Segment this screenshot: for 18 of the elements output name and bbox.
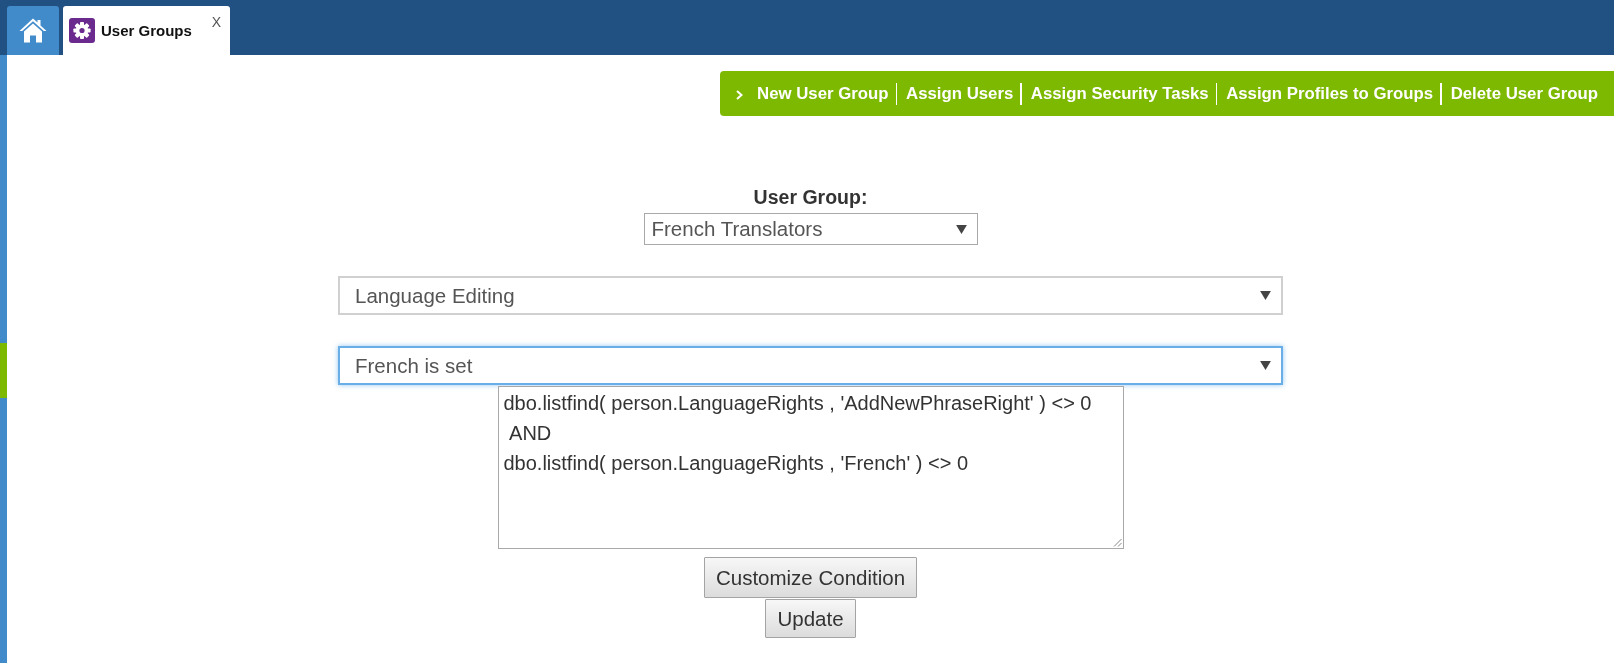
user-group-label: User Group:	[753, 186, 868, 210]
gear-icon	[69, 18, 95, 43]
caret-icon	[1260, 291, 1271, 300]
user-groups-tab[interactable]: User Groups X	[63, 6, 230, 55]
caret-icon	[1260, 361, 1271, 370]
condition-select[interactable]: Language Editing	[338, 276, 1283, 315]
close-button[interactable]: X	[211, 15, 221, 29]
chevron-icon	[736, 90, 744, 100]
resize-grip-icon[interactable]	[1111, 537, 1122, 547]
side-marker	[0, 343, 7, 398]
caret-icon	[955, 224, 967, 234]
form-button[interactable]: Update	[765, 599, 856, 638]
condition-textarea[interactable]: dbo.listfind( person.LanguageRights , 'AddNewPhraseRight' ) <> 0 AND dbo.listfind( person.LanguageRights , 'French' ) <> 0	[497, 386, 1124, 549]
form-button[interactable]: Customize Condition	[703, 557, 918, 598]
condition-select[interactable]: French is set	[338, 346, 1283, 385]
user-group-select[interactable]: French Translators	[643, 213, 978, 245]
home-tab[interactable]	[7, 6, 59, 55]
home-icon	[19, 18, 47, 43]
